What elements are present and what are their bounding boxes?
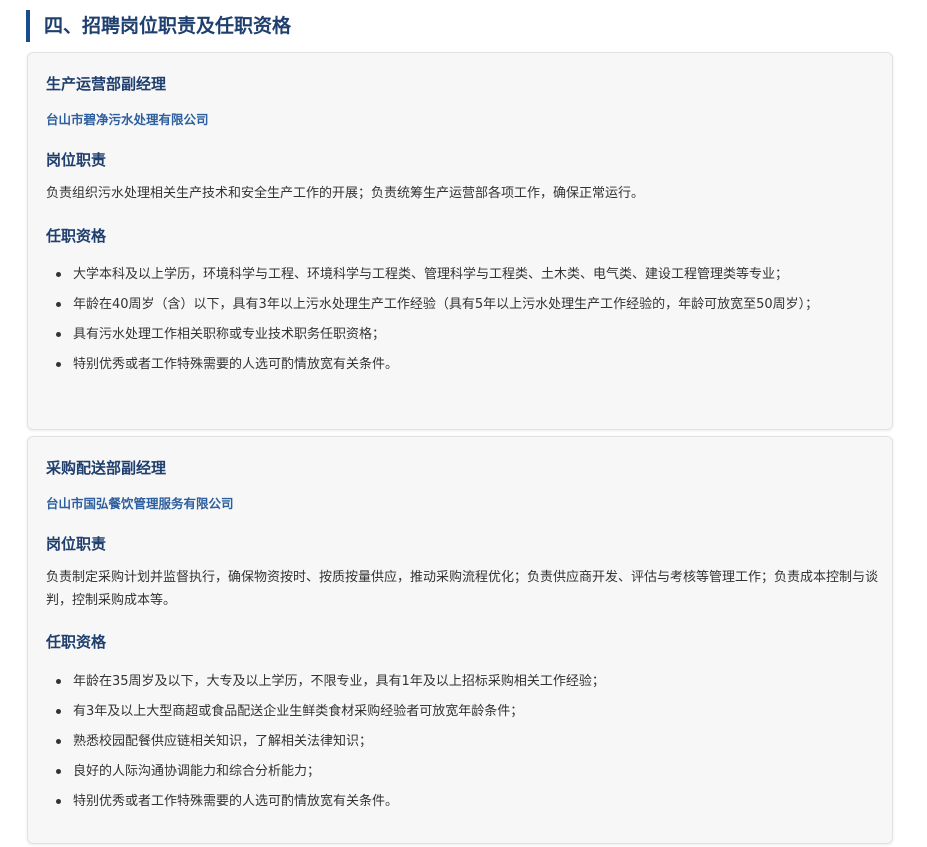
list-item: 年龄在35周岁及以下，大专及以上学历，不限专业，具有1年及以上招标采购相关工作经… <box>46 670 878 693</box>
list-item-text: 大学本科及以上学历，环境科学与工程、环境科学与工程类、管理科学与工程类、土木类、… <box>73 267 789 282</box>
list-item-text: 特别优秀或者工作特殊需要的人选可酌情放宽有关条件。 <box>73 357 399 372</box>
job-title: 采购配送部副经理 <box>46 459 167 477</box>
list-item-text: 年龄在35周岁及以下，大专及以上学历，不限专业，具有1年及以上招标采购相关工作经… <box>73 674 605 689</box>
list-item: 特别优秀或者工作特殊需要的人选可酌情放宽有关条件。 <box>46 790 878 813</box>
list-item: 良好的人际沟通协调能力和综合分析能力； <box>46 760 878 783</box>
company-name: 台山市国弘餐饮管理服务有限公司 <box>46 496 234 511</box>
list-item: 年龄在40周岁（含）以下，具有3年以上污水处理生产工作经验（具有5年以上污水处理… <box>46 293 878 316</box>
bullet-icon <box>56 332 61 337</box>
bullet-icon <box>56 679 61 684</box>
bullet-icon <box>56 272 61 277</box>
bullet-icon <box>56 709 61 714</box>
section-heading: 四、招聘岗位职责及任职资格 <box>26 10 291 42</box>
qualifications-heading: 任职资格 <box>46 633 107 651</box>
job-card-procurement-distribution: 采购配送部副经理 台山市国弘餐饮管理服务有限公司 岗位职责 负责制定采购计划并监… <box>27 436 893 844</box>
list-item-text: 良好的人际沟通协调能力和综合分析能力； <box>73 764 321 779</box>
bullet-icon <box>56 362 61 367</box>
company-name: 台山市碧净污水处理有限公司 <box>46 112 209 127</box>
bullet-icon <box>56 302 61 307</box>
list-item: 有3年及以上大型商超或食品配送企业生鲜类食材采购经验者可放宽年龄条件； <box>46 700 878 723</box>
list-item: 特别优秀或者工作特殊需要的人选可酌情放宽有关条件。 <box>46 353 878 376</box>
job-title: 生产运营部副经理 <box>46 75 167 93</box>
bullet-icon <box>56 799 61 804</box>
duties-text: 负责制定采购计划并监督执行，确保物资按时、按质按量供应，推动采购流程优化；负责供… <box>46 570 879 608</box>
qualifications-list: 大学本科及以上学历，环境科学与工程、环境科学与工程类、管理科学与工程类、土木类、… <box>46 263 878 383</box>
duties-heading: 岗位职责 <box>46 535 107 553</box>
list-item-text: 年龄在40周岁（含）以下，具有3年以上污水处理生产工作经验（具有5年以上污水处理… <box>73 297 819 312</box>
qualifications-heading: 任职资格 <box>46 227 107 245</box>
duties-text: 负责组织污水处理相关生产技术和安全生产工作的开展；负责统筹生产运营部各项工作，确… <box>46 186 645 201</box>
list-item: 熟悉校园配餐供应链相关知识，了解相关法律知识； <box>46 730 878 753</box>
bullet-icon <box>56 769 61 774</box>
list-item-text: 熟悉校园配餐供应链相关知识，了解相关法律知识； <box>73 734 373 749</box>
list-item: 大学本科及以上学历，环境科学与工程、环境科学与工程类、管理科学与工程类、土木类、… <box>46 263 878 286</box>
qualifications-list: 年龄在35周岁及以下，大专及以上学历，不限专业，具有1年及以上招标采购相关工作经… <box>46 670 878 820</box>
list-item-text: 特别优秀或者工作特殊需要的人选可酌情放宽有关条件。 <box>73 794 399 809</box>
list-item-text: 有3年及以上大型商超或食品配送企业生鲜类食材采购经验者可放宽年龄条件； <box>73 704 524 719</box>
duties-heading: 岗位职责 <box>46 151 107 169</box>
list-item-text: 具有污水处理工作相关职称或专业技术职务任职资格； <box>73 327 386 342</box>
list-item: 具有污水处理工作相关职称或专业技术职务任职资格； <box>46 323 878 346</box>
bullet-icon <box>56 739 61 744</box>
job-card-production-operations: 生产运营部副经理 台山市碧净污水处理有限公司 岗位职责 负责组织污水处理相关生产… <box>27 52 893 430</box>
